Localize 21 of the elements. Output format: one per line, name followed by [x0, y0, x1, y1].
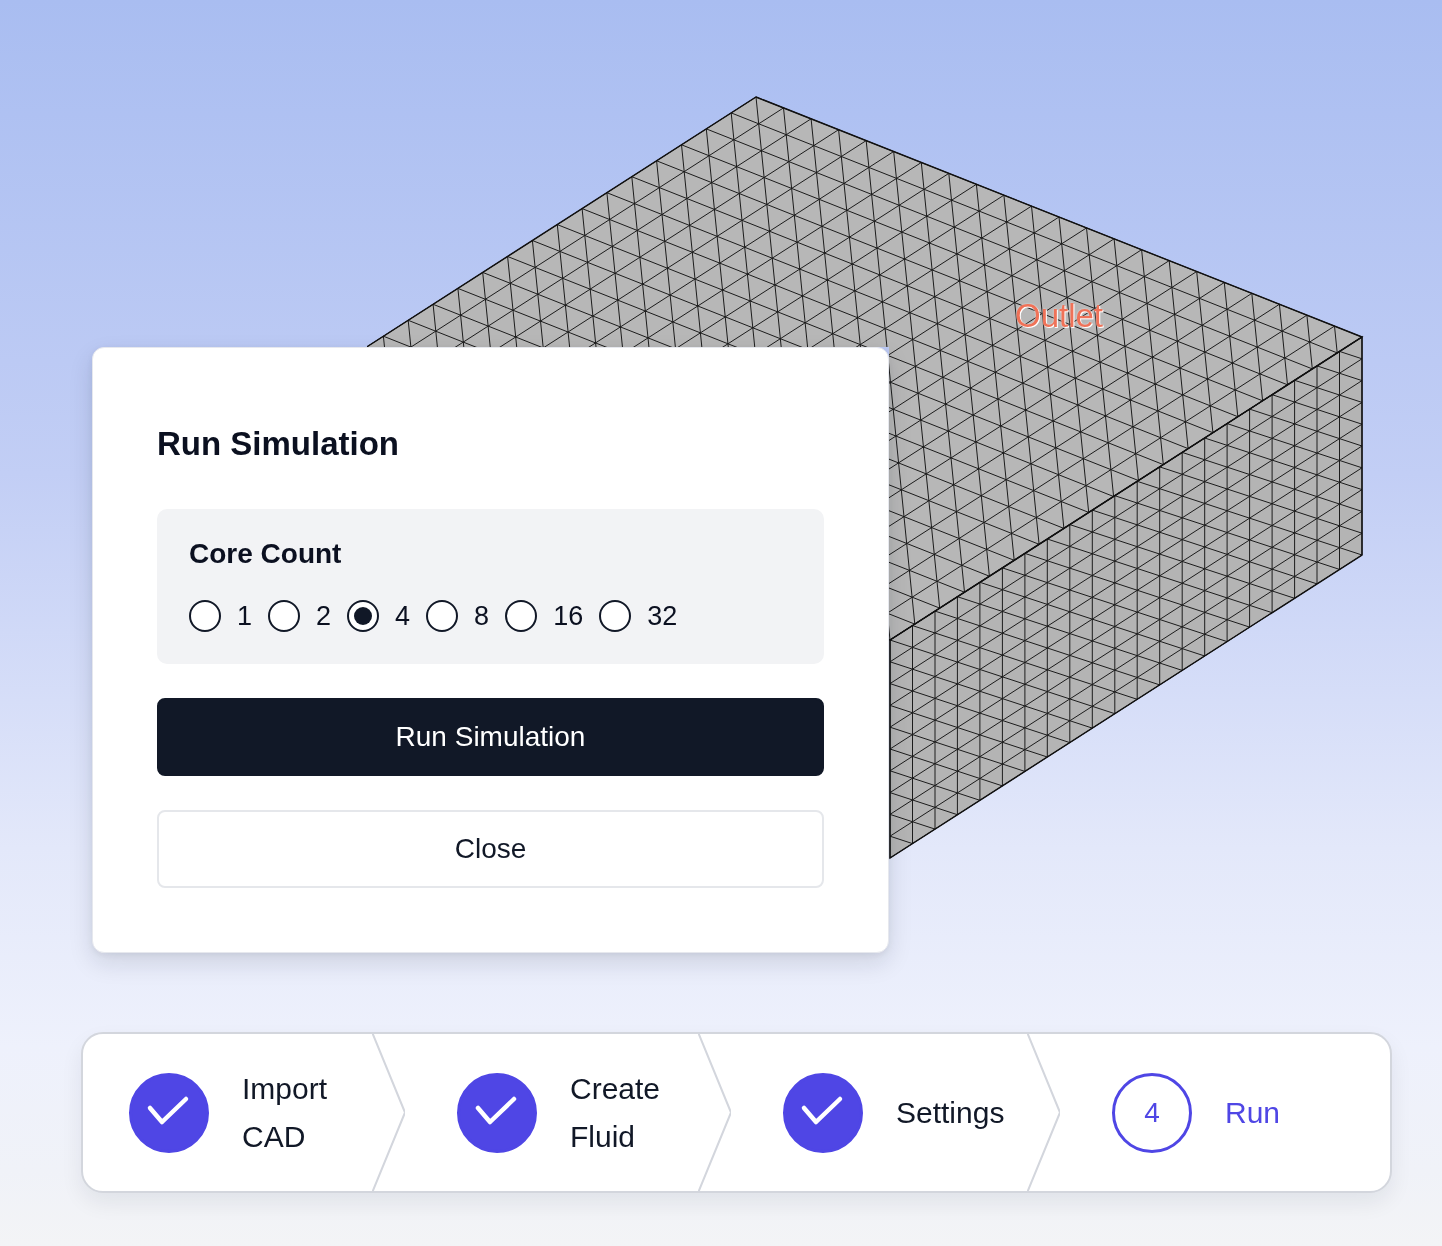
- field-label: Core Count: [189, 538, 342, 570]
- radio-label[interactable]: 2: [316, 598, 332, 634]
- radio-button[interactable]: [268, 600, 301, 632]
- radio-label[interactable]: 1: [237, 598, 253, 634]
- dialog-title: Run Simulation: [157, 424, 399, 464]
- radio-button[interactable]: [347, 600, 380, 632]
- radio-label[interactable]: 32: [647, 598, 678, 634]
- step-label: Settings: [896, 1094, 1005, 1131]
- radio-label[interactable]: 8: [474, 598, 490, 634]
- step-label: Create Fluid: [570, 1070, 662, 1155]
- radio-button[interactable]: [505, 600, 538, 632]
- close-button[interactable]: Close: [157, 810, 824, 888]
- radio-label[interactable]: 16: [553, 598, 584, 634]
- step-label: Run: [1225, 1094, 1281, 1131]
- radio-button[interactable]: [426, 600, 459, 632]
- radio-button[interactable]: [599, 600, 632, 632]
- radio-button[interactable]: [189, 600, 221, 632]
- submit-button[interactable]: Run Simulation: [157, 698, 824, 776]
- step-label: Import CAD: [242, 1070, 329, 1155]
- step-number: 4: [1112, 1072, 1192, 1153]
- radio-label[interactable]: 4: [395, 598, 411, 634]
